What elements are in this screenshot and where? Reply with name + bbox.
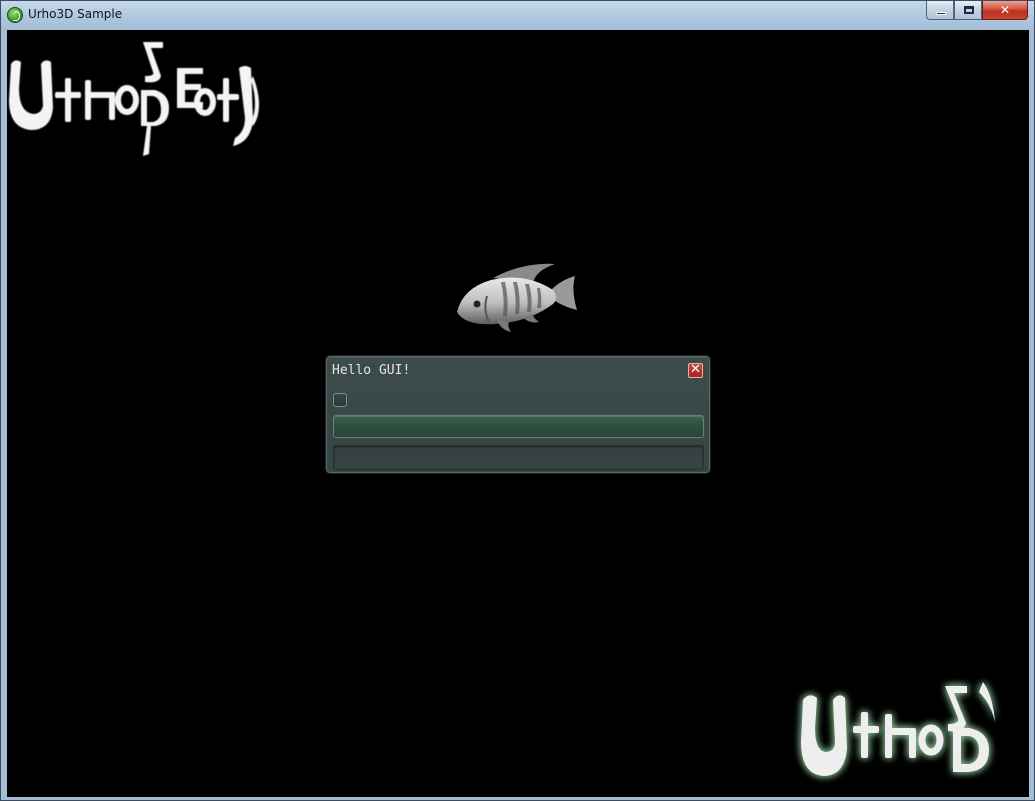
urho3d-logo xyxy=(801,682,995,776)
fish-sprite xyxy=(457,263,577,332)
gui-checkbox[interactable] xyxy=(333,393,347,407)
minimize-icon xyxy=(936,12,946,15)
gui-close-button[interactable]: ✕ xyxy=(688,362,703,378)
maximize-icon xyxy=(964,6,974,14)
urho3d-sample-logo xyxy=(9,42,259,156)
gui-button[interactable] xyxy=(333,415,704,438)
close-icon: ✕ xyxy=(690,362,701,377)
render-viewport[interactable]: Hello GUI! ✕ xyxy=(7,30,1029,797)
window-title: Urho3D Sample xyxy=(28,7,123,21)
gui-line-edit[interactable] xyxy=(333,445,704,470)
maximize-button[interactable] xyxy=(954,1,982,20)
urho3d-app-icon xyxy=(7,7,23,23)
minimize-button[interactable] xyxy=(926,1,954,20)
app-window: Urho3D Sample ✕ Hello GUI! ✕ xyxy=(0,0,1035,801)
hello-gui-window[interactable]: Hello GUI! ✕ xyxy=(326,356,710,473)
window-close-button[interactable]: ✕ xyxy=(982,1,1028,20)
gui-window-title: Hello GUI! xyxy=(332,363,411,378)
close-icon: ✕ xyxy=(999,3,1011,17)
window-titlebar[interactable]: Urho3D Sample ✕ xyxy=(1,1,1034,29)
window-controls: ✕ xyxy=(926,1,1028,21)
